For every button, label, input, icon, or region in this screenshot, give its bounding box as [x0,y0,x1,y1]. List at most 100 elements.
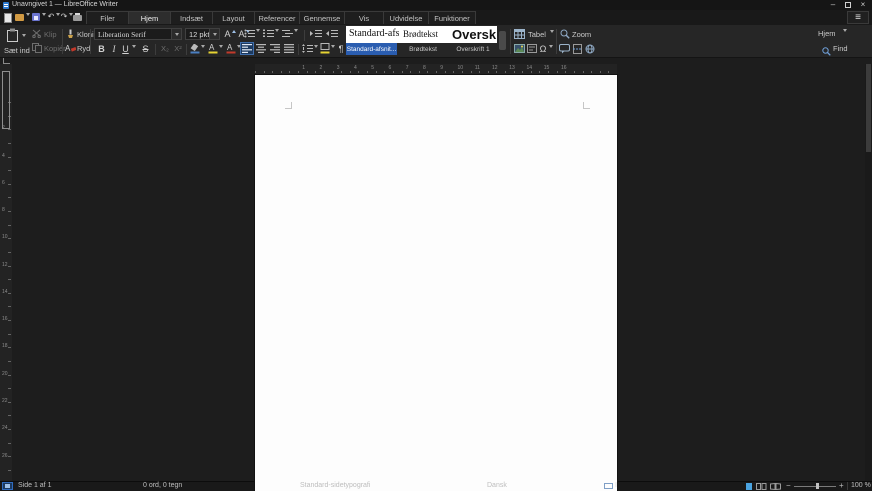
paste-button[interactable] [6,28,19,42]
style-label-overskrift[interactable]: Overskrift 1 [449,43,497,55]
clone-formatting-button[interactable] [66,29,75,39]
zoom-slider-track[interactable] [794,486,836,487]
print-button[interactable] [73,13,82,21]
copy-button[interactable] [32,43,42,53]
increase-indent-button[interactable] [310,29,322,38]
outline-list-button[interactable] [282,29,293,38]
cut-button[interactable] [32,29,42,38]
tab-referencer[interactable]: Referencer [254,11,300,24]
book-view-button[interactable] [770,483,781,490]
highlight-color-button[interactable] [190,44,200,54]
redo-icon: ↷ [61,12,68,22]
insert-comment-button[interactable] [559,44,570,54]
clear-formatting-icon: A [65,43,76,53]
special-character-button[interactable]: Ω [538,43,548,55]
ruler-number: 1 [302,66,305,71]
highlight-color-dropdown[interactable] [201,48,205,66]
formatting-marks-button[interactable]: ¶ [336,43,346,55]
insert-field-button[interactable] [527,44,537,53]
tab-vis[interactable]: Vis [344,11,384,24]
context-label[interactable]: Hjem [818,29,836,38]
zoom-out-button[interactable]: − [786,481,791,491]
zoom-button[interactable] [560,29,570,39]
grow-font-icon: A [224,29,230,39]
tab-filer[interactable]: Filer [86,11,129,24]
tab-gennemse[interactable]: Gennemse [299,11,345,24]
style-preview-overskrift[interactable]: Overskrift 1 [452,27,497,42]
char-background-button[interactable]: A [208,43,218,54]
status-zoom-level[interactable]: 100 % [851,481,871,491]
subscript-button[interactable]: X₂ [159,43,171,55]
numbered-list-button[interactable] [263,29,274,38]
superscript-button[interactable]: X² [172,43,184,55]
style-label-standard[interactable]: Standard-afsnit... [346,43,397,55]
line-spacing-button[interactable] [302,44,313,53]
find-button[interactable] [822,43,831,61]
menubar-toggle-button[interactable]: ≡ [847,11,869,24]
numbered-list-icon [263,29,274,38]
tab-indsaet[interactable]: Indsæt [170,11,213,24]
status-page-info[interactable]: Side 1 af 1 [18,481,51,491]
insert-image-button[interactable] [514,44,525,53]
undo-button[interactable]: ↶ [47,12,55,22]
ruler-tick [8,456,11,457]
font-size-combo[interactable]: 12 pkt. [185,28,220,40]
ruler-tick [333,71,334,73]
status-word-count[interactable]: 0 ord, 0 tegn [143,481,182,491]
insert-table-button[interactable] [514,29,525,39]
open-dropdown[interactable] [26,16,30,34]
clear-formatting-button[interactable]: A [65,43,76,53]
align-left-button[interactable] [240,42,254,55]
font-name-combo[interactable]: Liberation Serif [94,28,182,40]
align-right-button[interactable] [270,44,280,53]
save-button[interactable] [32,13,40,21]
minimize-button[interactable]: – [826,0,840,10]
underline-button[interactable]: U [120,43,131,55]
paste-dropdown[interactable] [22,37,26,55]
find-label[interactable]: Find [833,44,848,53]
style-label-brodtekst[interactable]: Brødtekst [397,43,449,55]
paragraph-background-button[interactable] [320,43,330,54]
status-page-style[interactable]: Standard-sidetypografi [300,481,370,491]
tab-funktioner[interactable]: Funktioner [428,11,476,24]
ruler-tick [272,71,273,73]
page-break-button[interactable] [573,44,582,54]
single-page-view-button[interactable] [746,483,752,490]
vertical-scrollbar-thumb[interactable] [866,64,871,152]
align-center-button[interactable] [256,44,266,53]
font-color-button[interactable]: A [226,43,236,54]
document-page[interactable] [255,75,617,491]
status-language[interactable]: Dansk [487,481,507,491]
style-preview-standard[interactable]: Standard-afsnit [349,28,399,42]
tab-hjem[interactable]: Hjem [128,11,171,24]
save-status-icon[interactable] [2,482,13,490]
bullet-list-button[interactable] [244,29,255,38]
underline-dropdown[interactable] [132,48,136,66]
window-title: Unavngivet 1 — LibreOffice Writer [12,1,118,8]
styles-gallery-scrollbar[interactable] [499,31,506,50]
zoom-in-button[interactable]: + [839,481,844,491]
char-background-dropdown[interactable] [219,48,223,66]
decrease-indent-button[interactable] [326,29,338,38]
strikethrough-button[interactable]: S [140,43,151,55]
redo-button[interactable]: ↷ [60,12,68,22]
bold-button[interactable]: B [96,43,107,55]
hyperlink-button[interactable] [585,44,595,54]
selection-mode-icon[interactable] [604,483,613,489]
tab-layout[interactable]: Layout [212,11,255,24]
new-document-button[interactable] [4,13,12,23]
maximize-button[interactable] [841,0,855,10]
multi-page-view-button[interactable] [756,483,767,490]
ruler-tick [600,71,601,73]
chevron-down-icon[interactable] [171,29,181,39]
style-preview-brodtekst[interactable]: Brødtekst [403,29,449,42]
align-justify-button[interactable] [284,44,294,53]
horizontal-ruler[interactable]: 12345678910111213141516 [255,64,617,74]
close-button[interactable]: × [856,0,870,10]
italic-button[interactable]: I [109,43,119,55]
grow-font-button[interactable]: A [224,28,236,40]
zoom-slider-thumb[interactable] [816,483,819,489]
chevron-down-icon[interactable] [209,29,219,39]
tab-udvidelse[interactable]: Udvidelse [383,11,429,24]
open-button[interactable] [15,13,24,21]
